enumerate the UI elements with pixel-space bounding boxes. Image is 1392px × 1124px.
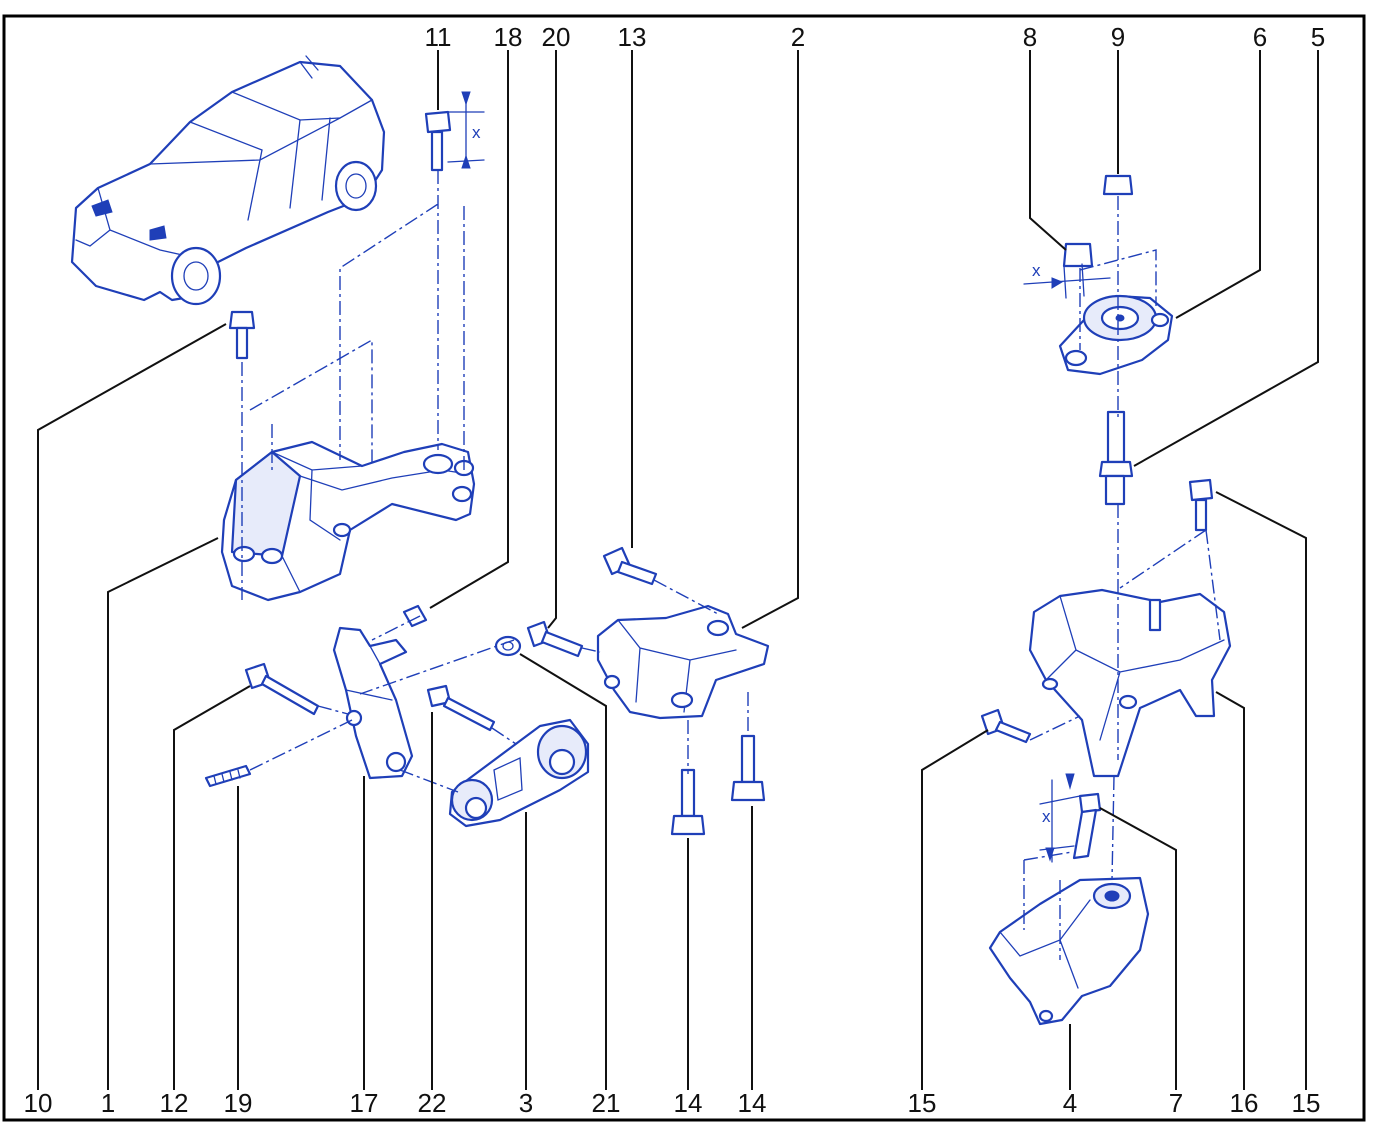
exploded-parts-diagram: x x x 11 18 20 13 2 8 9 6 5 10 1 12 19 1… <box>2 14 1366 1122</box>
callout-8: 8 <box>1023 22 1037 52</box>
engine-mount-bracket-icon <box>220 440 476 602</box>
callout-1: 1 <box>101 1088 115 1118</box>
bottom-callout-labels: 10 1 12 19 17 22 3 21 14 14 15 4 7 16 15 <box>24 1088 1321 1118</box>
dimension-x-bolt-11: x <box>472 123 481 142</box>
callout-13: 13 <box>618 22 647 52</box>
torque-link-plate <box>332 626 414 780</box>
callout-9: 9 <box>1111 22 1125 52</box>
callout-5: 5 <box>1311 22 1325 52</box>
callout-17: 17 <box>350 1088 379 1118</box>
callout-15-left: 15 <box>908 1088 937 1118</box>
torque-rod-icon <box>448 718 590 828</box>
callout-22: 22 <box>418 1088 447 1118</box>
callout-2: 2 <box>791 22 805 52</box>
callout-20: 20 <box>542 22 571 52</box>
callout-11: 11 <box>425 22 452 52</box>
callout-15-right: 15 <box>1292 1088 1321 1118</box>
callout-4: 4 <box>1063 1088 1077 1118</box>
callout-19: 19 <box>224 1088 253 1118</box>
upper-support-bracket <box>596 604 770 720</box>
lower-gearbox-bracket <box>988 876 1150 1026</box>
assembly-axes <box>241 170 1221 960</box>
gearbox-mount-icon <box>1058 294 1174 376</box>
gearbox-support-bracket <box>1028 588 1232 778</box>
callout-6: 6 <box>1253 22 1267 52</box>
callout-16: 16 <box>1230 1088 1259 1118</box>
callout-12: 12 <box>160 1088 189 1118</box>
callout-10: 10 <box>24 1088 53 1118</box>
callout-21: 21 <box>592 1088 621 1118</box>
callout-14-right: 14 <box>738 1088 767 1118</box>
callout-3: 3 <box>519 1088 533 1118</box>
callout-14-left: 14 <box>674 1088 703 1118</box>
car-icon <box>70 55 386 306</box>
callout-18: 18 <box>494 22 523 52</box>
dimension-x-nut-8: x <box>1032 261 1041 280</box>
nut-icon <box>402 174 1134 657</box>
callout-7: 7 <box>1169 1088 1183 1118</box>
dimension-x-bolt-7: x <box>1042 807 1051 826</box>
top-callout-labels: 11 18 20 13 2 8 9 6 5 <box>425 22 1326 52</box>
